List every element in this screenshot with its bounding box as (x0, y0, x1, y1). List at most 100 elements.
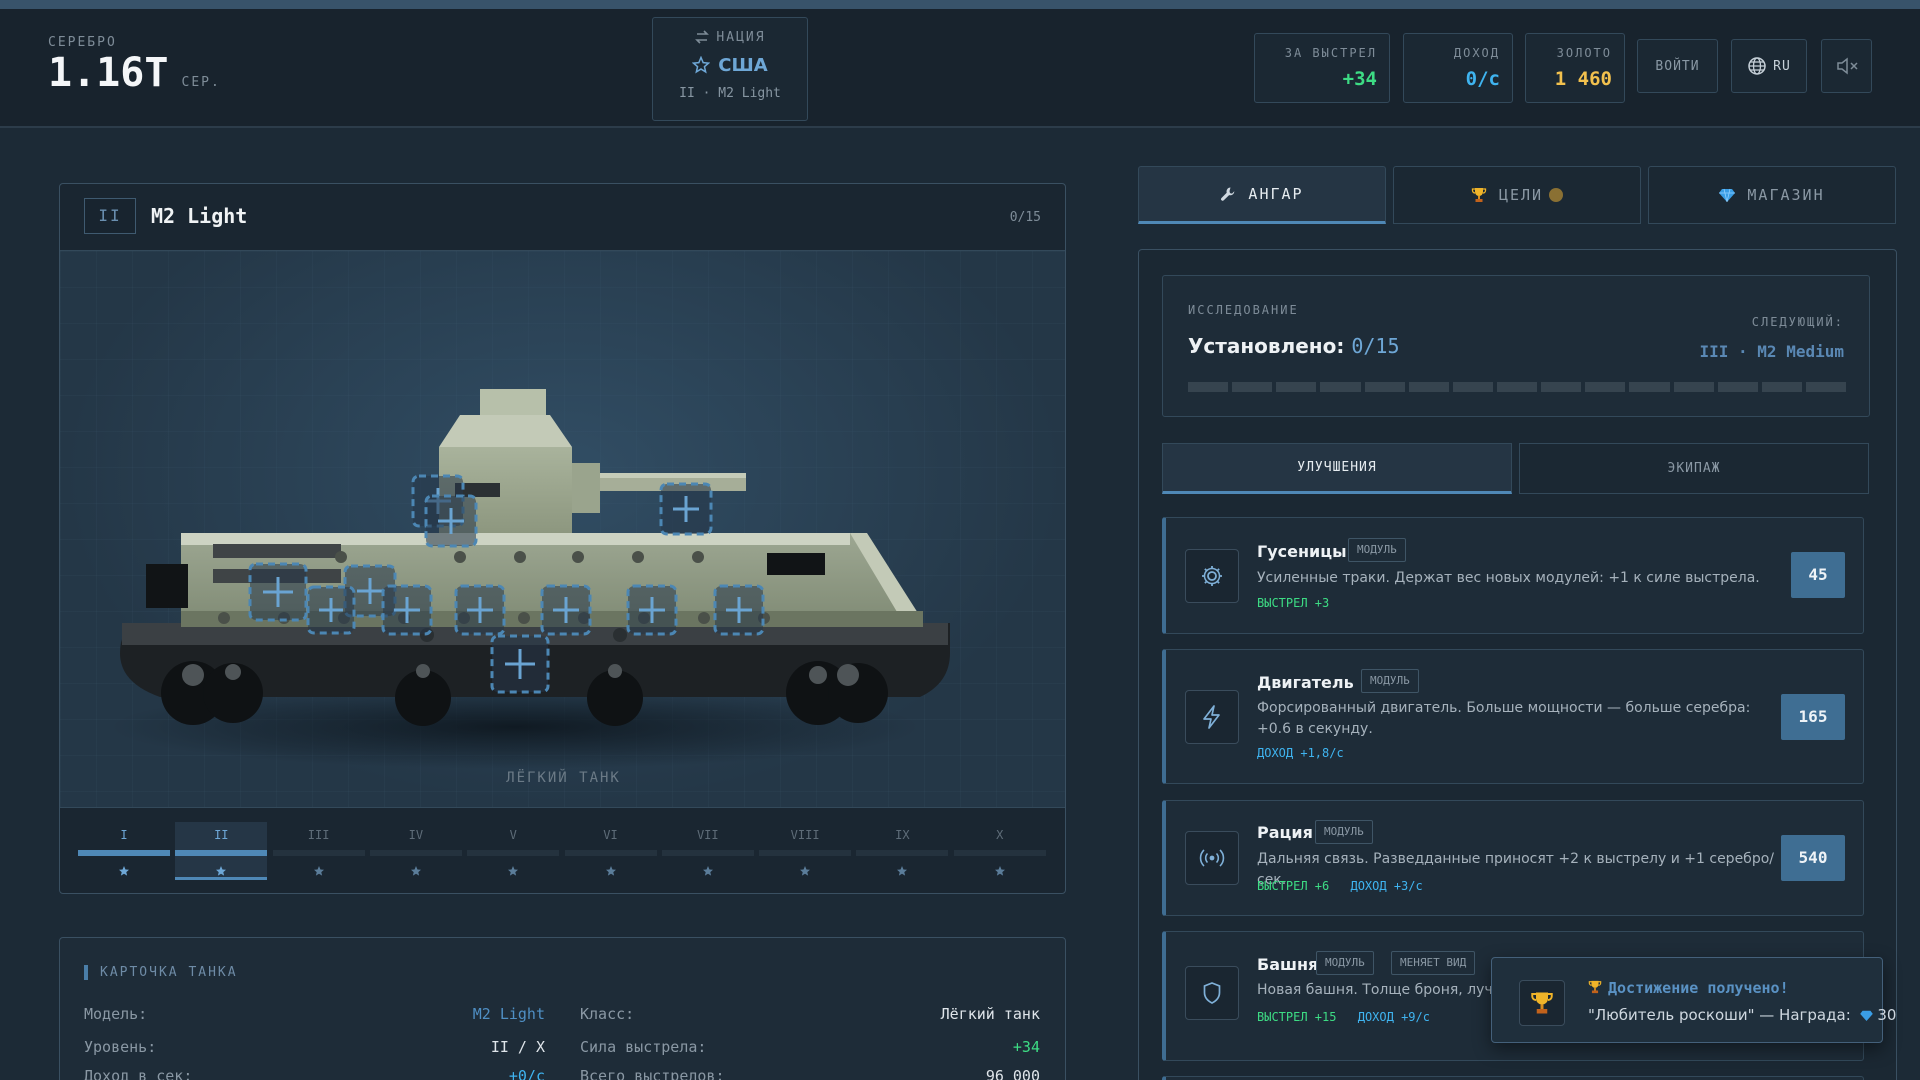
lightning-icon (1203, 705, 1220, 729)
stat-label: ДОХОД (1453, 46, 1500, 60)
tier-item[interactable]: X (953, 808, 1046, 893)
tier-number: II (214, 828, 229, 842)
tier-bar (564, 850, 657, 856)
upgrade-tag: МОДУЛЬ (1348, 538, 1406, 562)
star-icon (856, 862, 948, 881)
tier-item[interactable]: III (272, 808, 365, 893)
next-tank: III · M2 Medium (1699, 342, 1845, 361)
tier-item[interactable]: VIII (759, 808, 852, 893)
buy-button[interactable]: 45 (1791, 552, 1845, 598)
tank-panel-header: II M2 Light 0/15 (60, 184, 1065, 251)
tier-number: IV (408, 828, 424, 842)
tier-item[interactable]: II (175, 822, 268, 881)
tab-goals[interactable]: ЦЕЛИ (1393, 166, 1641, 224)
progress-segment (1761, 382, 1802, 392)
tier-item[interactable]: I (78, 808, 170, 893)
tab-shop[interactable]: МАГАЗИН (1648, 166, 1896, 224)
notification-dot (1549, 188, 1564, 202)
nation-selector[interactable]: НАЦИЯ США II · M2 Light (652, 17, 808, 121)
tab-hangar[interactable]: АНГАР (1138, 166, 1386, 224)
silver-value: 1.16T (48, 50, 169, 96)
tier-progress: I II III IV V VI VII VIII IX X (60, 807, 1065, 893)
stat-per-shot: ЗА ВЫСТРЕЛ +34 (1254, 33, 1390, 103)
star-icon (662, 862, 754, 881)
trophy-icon (1531, 992, 1553, 1014)
progress-segment (1496, 382, 1538, 392)
tier-bar (175, 850, 268, 856)
upgrade-effect: ДОХОД +1,8/с (1257, 746, 1344, 760)
card-value: +0/с (508, 1067, 545, 1080)
login-button[interactable]: ВОЙТИ (1637, 39, 1718, 93)
tank-illustration (110, 389, 950, 769)
tier-number: VI (603, 828, 618, 842)
subtab-upgrades[interactable]: УЛУЧШЕНИЯ (1162, 443, 1512, 494)
upgrade-name: Двигатель (1257, 673, 1354, 692)
toast-text: "Любитель роскоши" — Награда: (1588, 1006, 1851, 1024)
tier-bar (856, 850, 949, 856)
radio-icon (1199, 849, 1225, 867)
progress-segment (1232, 382, 1273, 392)
toast-title: Достижение получено! (1608, 979, 1789, 997)
nation-label: НАЦИЯ (716, 30, 766, 45)
language-button[interactable]: RU (1731, 39, 1807, 93)
card-value: M2 Light (472, 1005, 545, 1023)
tank-name: M2 Light (151, 204, 248, 228)
subtab-crew[interactable]: ЭКИПАЖ (1519, 443, 1869, 494)
upgrade-card-next[interactable] (1162, 1076, 1864, 1080)
tier-number: IX (895, 828, 910, 842)
upgrade-name: Рация (1257, 823, 1313, 842)
tank-turret-top (480, 389, 546, 415)
trophy-icon (1471, 188, 1487, 202)
tank-class-label: ЛЁГКИЙ ТАНК (506, 770, 621, 786)
tier-bar (661, 850, 754, 856)
silver-label: СЕРЕБРО (48, 35, 117, 50)
stat-income: ДОХОД 0/с (1403, 33, 1513, 103)
tank-viewer-panel: II M2 Light 0/15 ЛЁГКИЙ ТАНК I II III IV… (59, 183, 1066, 894)
tab-label: АНГАР (1248, 185, 1304, 203)
star-icon (565, 862, 657, 881)
achievement-toast[interactable]: Достижение получено! "Любитель роскоши" … (1491, 957, 1896, 1043)
tier-item[interactable]: VII (661, 808, 754, 893)
gem-icon (1719, 188, 1736, 202)
upgrade-card-tracks[interactable]: Гусеницы МОДУЛЬ Усиленные траки. Держат … (1162, 517, 1864, 634)
swap-icon (695, 30, 710, 44)
language-label: RU (1773, 58, 1791, 74)
silver-counter: СЕРЕБРО 1.16T СЕР. (48, 35, 221, 96)
trophy-icon (1588, 980, 1602, 994)
progress-segment (1320, 382, 1361, 392)
buy-button[interactable]: 165 (1781, 694, 1845, 740)
stat-value: 0/с (1465, 68, 1500, 90)
star-icon (175, 862, 267, 881)
top-bar: СЕРЕБРО 1.16T СЕР. НАЦИЯ США II · M2 Lig… (0, 9, 1920, 128)
gem-icon (1859, 1010, 1873, 1021)
upgrade-effect: ВЫСТРЕЛ +3 (1257, 596, 1330, 610)
upgrade-tag: МОДУЛЬ (1315, 820, 1373, 844)
upgrade-name: Башня (1257, 955, 1319, 974)
upgrade-card-radio[interactable]: Рация МОДУЛЬ Дальняя связь. Разведданные… (1162, 800, 1864, 916)
tier-item[interactable]: IV (369, 808, 462, 893)
card-key: Уровень: (84, 1038, 157, 1056)
tier-number: VIII (790, 828, 820, 842)
card-value: 96 000 (985, 1067, 1040, 1080)
sound-toggle-button[interactable] (1821, 39, 1872, 93)
progress-segment (1805, 382, 1847, 392)
tier-item[interactable]: IX (856, 808, 949, 893)
star-icon (467, 862, 559, 881)
star-icon (691, 55, 711, 74)
tier-bar (369, 850, 462, 856)
tank-card-panel: КАРТОЧКА ТАНКА Модель: M2 Light Класс: Л… (59, 937, 1066, 1080)
card-key: Всего выстрелов: (580, 1067, 725, 1080)
upgrade-description: Форсированный двигатель. Больше мощности… (1257, 700, 1751, 737)
tier-item[interactable]: VI (564, 808, 657, 893)
buy-button[interactable]: 540 (1781, 835, 1845, 881)
next-label: СЛЕДУЮЩИЙ: (1751, 315, 1844, 329)
tier-item[interactable]: V (467, 808, 560, 893)
tier-number: V (509, 828, 517, 842)
star-icon (954, 862, 1046, 881)
stat-label: ЗА ВЫСТРЕЛ (1284, 46, 1377, 60)
tier-number: X (996, 828, 1004, 842)
upgrade-card-engine[interactable]: Двигатель МОДУЛЬ Форсированный двигатель… (1162, 649, 1864, 784)
research-progress-bar (1188, 382, 1847, 392)
tank-stage[interactable] (60, 251, 1065, 807)
tier-bar (467, 850, 560, 856)
